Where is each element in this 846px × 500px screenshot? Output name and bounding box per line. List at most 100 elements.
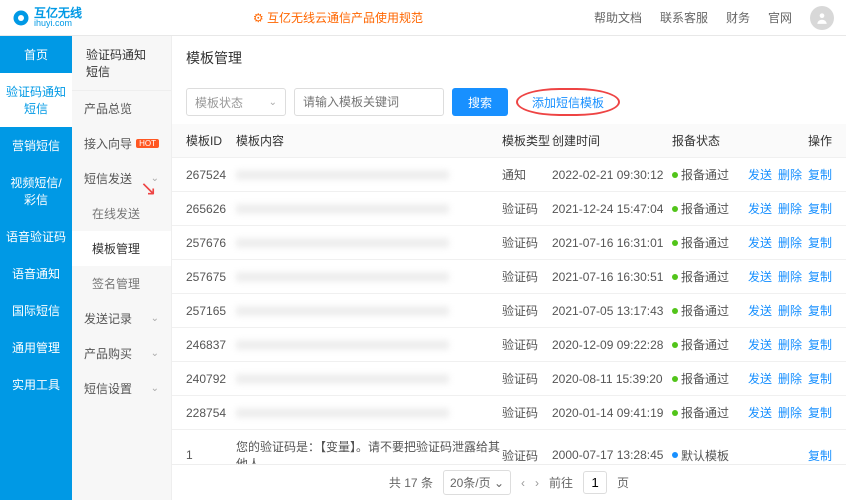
chevron-down-icon: ⌄ (151, 383, 159, 394)
secondary-nav-item[interactable]: 产品购买⌄ (72, 336, 171, 371)
op-link[interactable]: 复制 (808, 447, 832, 464)
cell-ops: 发送删除复制 (742, 370, 832, 387)
op-link[interactable]: 发送 (748, 302, 772, 319)
op-link[interactable]: 复制 (808, 336, 832, 353)
th-type: 模板类型 (502, 132, 552, 149)
op-link[interactable]: 删除 (778, 268, 802, 285)
op-link[interactable]: 删除 (778, 200, 802, 217)
link-official[interactable]: 官网 (768, 9, 792, 26)
status-dot-icon (672, 308, 678, 314)
cell-status: 报备通过 (672, 200, 742, 217)
cell-status: 默认模板 (672, 447, 742, 464)
cell-ops: 发送删除复制 (742, 404, 832, 421)
cell-ops: 发送删除复制 (742, 234, 832, 251)
primary-nav-item[interactable]: 首页 (0, 36, 72, 73)
op-link[interactable]: 复制 (808, 370, 832, 387)
top-notice[interactable]: 互亿无线云通信产品使用规范 (82, 9, 594, 26)
chevron-down-icon: ⌄ (151, 348, 159, 359)
cell-status: 报备通过 (672, 404, 742, 421)
th-id: 模板ID (186, 132, 236, 149)
cell-id: 265626 (186, 202, 236, 216)
primary-nav-item[interactable]: 视频短信/彩信 (0, 164, 72, 218)
cell-ops: 复制 (742, 447, 832, 464)
primary-nav-item[interactable]: 国际短信 (0, 292, 72, 329)
cell-id: 257165 (186, 304, 236, 318)
op-link[interactable]: 复制 (808, 268, 832, 285)
table-row: 1您的验证码是：【变量】。请不要把验证码泄露给其他人。验证码2000-07-17… (172, 430, 846, 464)
cell-status: 报备通过 (672, 336, 742, 353)
logo[interactable]: 互亿无线 ihuyi.com (12, 7, 82, 28)
link-finance[interactable]: 财务 (726, 9, 750, 26)
cell-type: 验证码 (502, 302, 552, 319)
cell-ops: 发送删除复制 (742, 200, 832, 217)
add-template-button[interactable]: 添加短信模板 (516, 88, 620, 116)
cell-ops: 发送删除复制 (742, 268, 832, 285)
page-unit: 页 (617, 474, 629, 491)
op-link[interactable]: 发送 (748, 268, 772, 285)
op-link[interactable]: 发送 (748, 166, 772, 183)
status-dot-icon (672, 172, 678, 178)
cell-content (236, 272, 502, 282)
page-size-select[interactable]: 20条/页 ⌄ (443, 470, 511, 495)
primary-nav-item[interactable]: 语音验证码 (0, 218, 72, 255)
primary-nav-item[interactable]: 语音通知 (0, 255, 72, 292)
page-input[interactable] (583, 471, 607, 494)
link-service[interactable]: 联系客服 (660, 9, 708, 26)
cell-time: 2021-07-16 16:31:01 (552, 236, 672, 250)
op-link[interactable]: 发送 (748, 336, 772, 353)
secondary-nav-item[interactable]: 签名管理 (72, 266, 171, 301)
secondary-nav-item[interactable]: 在线发送 (72, 196, 171, 231)
cell-time: 2020-12-09 09:22:28 (552, 338, 672, 352)
op-link[interactable]: 删除 (778, 302, 802, 319)
cell-status: 报备通过 (672, 234, 742, 251)
table-row: 240792验证码2020-08-11 15:39:20报备通过发送删除复制 (172, 362, 846, 396)
secondary-nav-item[interactable]: 发送记录⌄ (72, 301, 171, 336)
goto-label: 前往 (549, 474, 573, 491)
breadcrumb-current: 验证码通知短信 (86, 46, 157, 80)
op-link[interactable]: 发送 (748, 370, 772, 387)
primary-sidebar: 首页验证码通知短信营销短信视频短信/彩信语音验证码语音通知国际短信通用管理实用工… (0, 36, 72, 500)
table-row: 257165验证码2021-07-05 13:17:43报备通过发送删除复制 (172, 294, 846, 328)
op-link[interactable]: 删除 (778, 234, 802, 251)
op-link[interactable]: 删除 (778, 336, 802, 353)
primary-nav-item[interactable]: 实用工具 (0, 366, 72, 403)
secondary-nav-item[interactable]: 短信设置⌄ (72, 371, 171, 406)
avatar[interactable] (810, 6, 834, 30)
toolbar: 模板状态 ⌄ 搜索 添加短信模板 (172, 80, 846, 124)
secondary-nav-item[interactable]: 接入向导HOT (72, 126, 171, 161)
chevron-down-icon: ⌄ (151, 313, 159, 324)
next-page-button[interactable]: › (535, 476, 539, 490)
op-link[interactable]: 复制 (808, 200, 832, 217)
sidebar-breadcrumb: 验证码通知短信 (72, 36, 171, 91)
secondary-nav-item[interactable]: 产品总览 (72, 91, 171, 126)
op-link[interactable]: 复制 (808, 166, 832, 183)
cell-content (236, 204, 502, 214)
link-help[interactable]: 帮助文档 (594, 9, 642, 26)
prev-page-button[interactable]: ‹ (521, 476, 525, 490)
secondary-nav-item[interactable]: 模板管理 (72, 231, 171, 266)
op-link[interactable]: 复制 (808, 404, 832, 421)
op-link[interactable]: 删除 (778, 404, 802, 421)
op-link[interactable]: 删除 (778, 370, 802, 387)
page-title: 模板管理 (172, 36, 846, 80)
cell-type: 验证码 (502, 234, 552, 251)
cell-type: 验证码 (502, 370, 552, 387)
cell-time: 2021-12-24 15:47:04 (552, 202, 672, 216)
op-link[interactable]: 发送 (748, 200, 772, 217)
cell-type: 验证码 (502, 200, 552, 217)
op-link[interactable]: 复制 (808, 234, 832, 251)
cell-content (236, 374, 502, 384)
secondary-nav-item[interactable]: 短信发送⌄ (72, 161, 171, 196)
primary-nav-item[interactable]: 通用管理 (0, 329, 72, 366)
search-button[interactable]: 搜索 (452, 88, 508, 116)
keyword-input[interactable] (294, 88, 444, 116)
op-link[interactable]: 发送 (748, 404, 772, 421)
status-select[interactable]: 模板状态 ⌄ (186, 88, 286, 116)
op-link[interactable]: 删除 (778, 166, 802, 183)
cell-content (236, 306, 502, 316)
cell-status: 报备通过 (672, 268, 742, 285)
op-link[interactable]: 发送 (748, 234, 772, 251)
op-link[interactable]: 复制 (808, 302, 832, 319)
primary-nav-item[interactable]: 营销短信 (0, 127, 72, 164)
primary-nav-item[interactable]: 验证码通知短信 (0, 73, 72, 127)
